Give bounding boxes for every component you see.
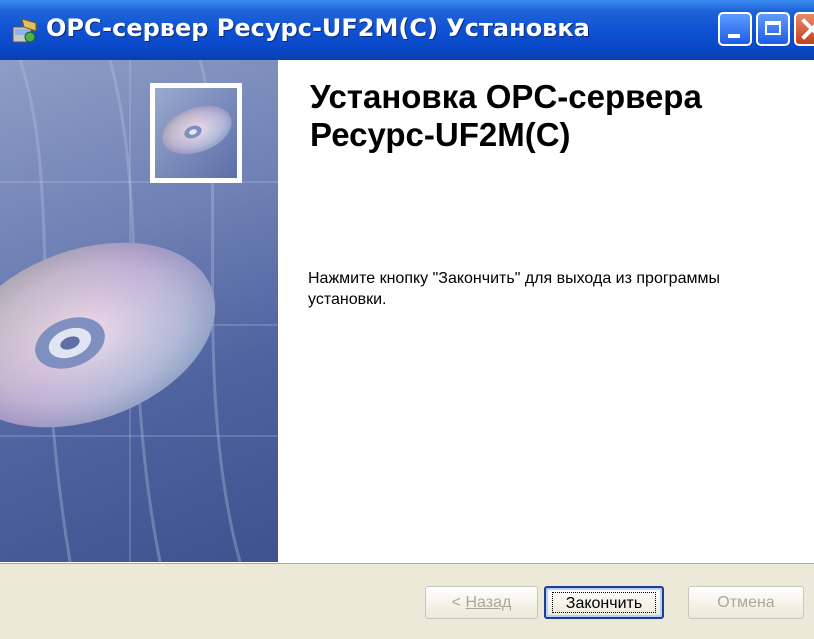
minimize-icon	[728, 34, 740, 38]
content-panel: Установка OPC-сервера Ресурс-UF2M(C) Наж…	[278, 60, 814, 562]
cancel-label: Отмена	[717, 594, 775, 611]
button-bar: < Назад Закончить Отмена	[0, 562, 814, 639]
side-banner	[0, 60, 278, 562]
close-button[interactable]	[794, 12, 814, 46]
maximize-icon	[765, 21, 781, 35]
window-title: OPC-сервер Ресурс-UF2M(C) Установка	[46, 14, 590, 42]
maximize-button[interactable]	[756, 12, 790, 46]
focus-rect	[552, 592, 656, 613]
page-title: Установка OPC-сервера Ресурс-UF2M(C)	[310, 78, 702, 153]
back-prefix: <	[451, 594, 466, 611]
finish-message: Нажмите кнопку "Закончить" для выхода из…	[308, 270, 720, 308]
minimize-button[interactable]	[718, 12, 752, 46]
finish-button[interactable]: Закончить	[544, 586, 664, 619]
back-button[interactable]: < Назад	[425, 586, 538, 619]
cd-disc-illustration	[0, 60, 278, 562]
installer-icon	[12, 18, 37, 43]
back-label: Назад	[465, 594, 512, 611]
cancel-button[interactable]: Отмена	[688, 586, 804, 619]
close-icon	[801, 18, 814, 40]
title-bar[interactable]: OPC-сервер Ресурс-UF2M(C) Установка	[0, 0, 814, 60]
